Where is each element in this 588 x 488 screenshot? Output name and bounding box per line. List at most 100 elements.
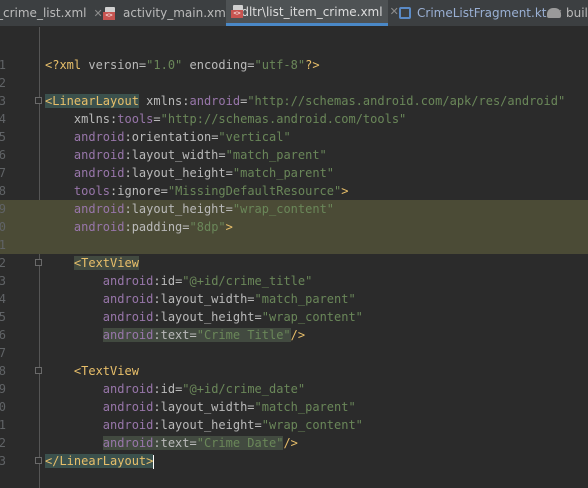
code-line-highlighted: 9 android:layout_height="wrap_content" [0,200,588,218]
attr-value: "http://schemas.android.com/tools" [160,112,407,126]
tab-label: build [566,6,588,20]
attr-value: "utf-8" [254,58,306,72]
xml-declaration-end: ?> [305,58,320,72]
attr-namespace: android [102,328,154,342]
attr-name: xmlns: [138,94,190,108]
attr-value: "wrap_content" [261,418,363,432]
attr-value: "1.0" [146,58,183,72]
tag-end: /> [290,328,306,342]
code-line: 5 android:layout_height="wrap_content" [0,308,588,326]
equals: = [160,184,168,198]
attr-value: "@+id/crime_title" [182,274,313,288]
code-line: 7 android:layout_height="match_parent" [0,164,588,182]
attr-name: :layout_height [153,310,255,324]
attr-namespace: android [73,220,125,234]
line-number: 2 [0,436,6,450]
attr-value: "wrap_content" [232,202,335,216]
attr-namespace: android [189,94,241,108]
attr-namespace: android [73,148,125,162]
equals: = [182,220,190,234]
equals: = [189,436,197,450]
code-line: 3 </LinearLayout> [0,452,588,470]
fold-icon[interactable] [35,457,42,464]
code-line: 2 [0,74,588,92]
attr-name: :layout_height [124,202,226,216]
attr-name: :text [153,328,190,342]
attr-value: "vertical" [218,130,291,144]
code-line: 2 <TextView [0,254,588,272]
line-number: 2 [0,256,6,270]
equals: = [225,166,233,180]
line-number: 0 [0,220,6,234]
line-number: 9 [0,202,6,216]
fold-icon[interactable] [35,367,42,374]
line-number: 5 [0,310,6,324]
code-line: 0 android:layout_width="match_parent" [0,398,588,416]
attr-name: :layout_height [153,418,255,432]
tab-label: _crime_list.xml [0,6,87,20]
line-number: 2 [0,76,6,90]
equals: = [225,202,233,216]
code-line: 6 android:layout_width="match_parent" [0,146,588,164]
tag-end: > [225,220,233,234]
code-line: 5 android:orientation="vertical" [0,128,588,146]
line-number: 1 [0,238,6,252]
tab-list-item-crime[interactable]: ldltr\list_item_crime.xml ✕ [226,0,399,26]
line-number: 3 [0,454,6,468]
attr-value: "match_parent" [254,292,356,306]
attr-name: :id [153,382,176,396]
attr-namespace: tools [117,112,154,126]
editor-tab-bar: _crime_list.xml ✕ activity_main.xml ✕ ld… [0,0,588,27]
code-line: 9 android:id="@+id/crime_date" [0,380,588,398]
code-editor[interactable]: 1 <?xml version="1.0" encoding="utf-8"?>… [0,27,588,488]
line-number: 7 [0,166,6,180]
attr-namespace: android [73,130,125,144]
tag-end: > [341,184,349,198]
open-tag: <TextView [73,364,139,378]
attr-namespace: android [102,418,154,432]
attr-namespace: android [102,400,154,414]
equals: = [189,328,197,342]
line-number: 4 [0,292,6,306]
attr-namespace: android [102,382,154,396]
kotlin-class-icon [399,7,411,19]
attr-namespace: android [102,292,154,306]
fold-icon[interactable] [35,259,42,266]
attr-name: :layout_width [153,292,248,306]
line-number: 8 [0,184,6,198]
line-number: 3 [0,94,6,108]
equals: = [153,112,161,126]
fold-icon[interactable] [35,97,42,104]
tab-label: ldltr\list_item_crime.xml [238,4,383,19]
open-tag: <TextView [73,256,139,270]
line-number: 1 [0,58,6,72]
code-line: 4 xmlns:tools="http://schemas.android.co… [0,110,588,128]
attr-name: :id [153,274,176,288]
code-line-highlighted: 1 [0,236,588,254]
code-line: 1 <?xml version="1.0" encoding="utf-8"?> [0,56,588,74]
line-number: 5 [0,130,6,144]
tab-build[interactable]: build [541,0,588,26]
xml-file-icon [103,6,117,20]
attr-value: "Crime Title" [196,328,291,342]
tag-end: /> [283,436,298,450]
attr-value: "http://schemas.android.com/apk/res/andr… [247,94,566,108]
line-number: 4 [0,112,6,126]
equals: = [247,292,255,306]
attr-name: :layout_height [124,166,226,180]
attr-name: :padding [124,220,183,234]
attr-namespace: tools [73,184,111,198]
attr-value: "MissingDefaultResource" [167,184,342,198]
attr-value: "Crime Date" [196,436,284,450]
code-line: 3 android:id="@+id/crime_title" [0,272,588,290]
code-line: 3 <LinearLayout xmlns:android="http://sc… [0,92,588,110]
attr-name: :layout_width [124,148,219,162]
tab-crime-list[interactable]: _crime_list.xml ✕ [0,0,109,26]
line-number: 3 [0,274,6,288]
code-line: 8 tools:ignore="MissingDefaultResource"> [0,182,588,200]
tab-label: activity_main.xml [123,6,230,20]
attr-namespace: android [73,166,125,180]
close-tag: </LinearLayout> [45,454,154,468]
code-line: 2 android:text="Crime Date"/> [0,434,588,452]
line-number: 6 [0,328,6,342]
